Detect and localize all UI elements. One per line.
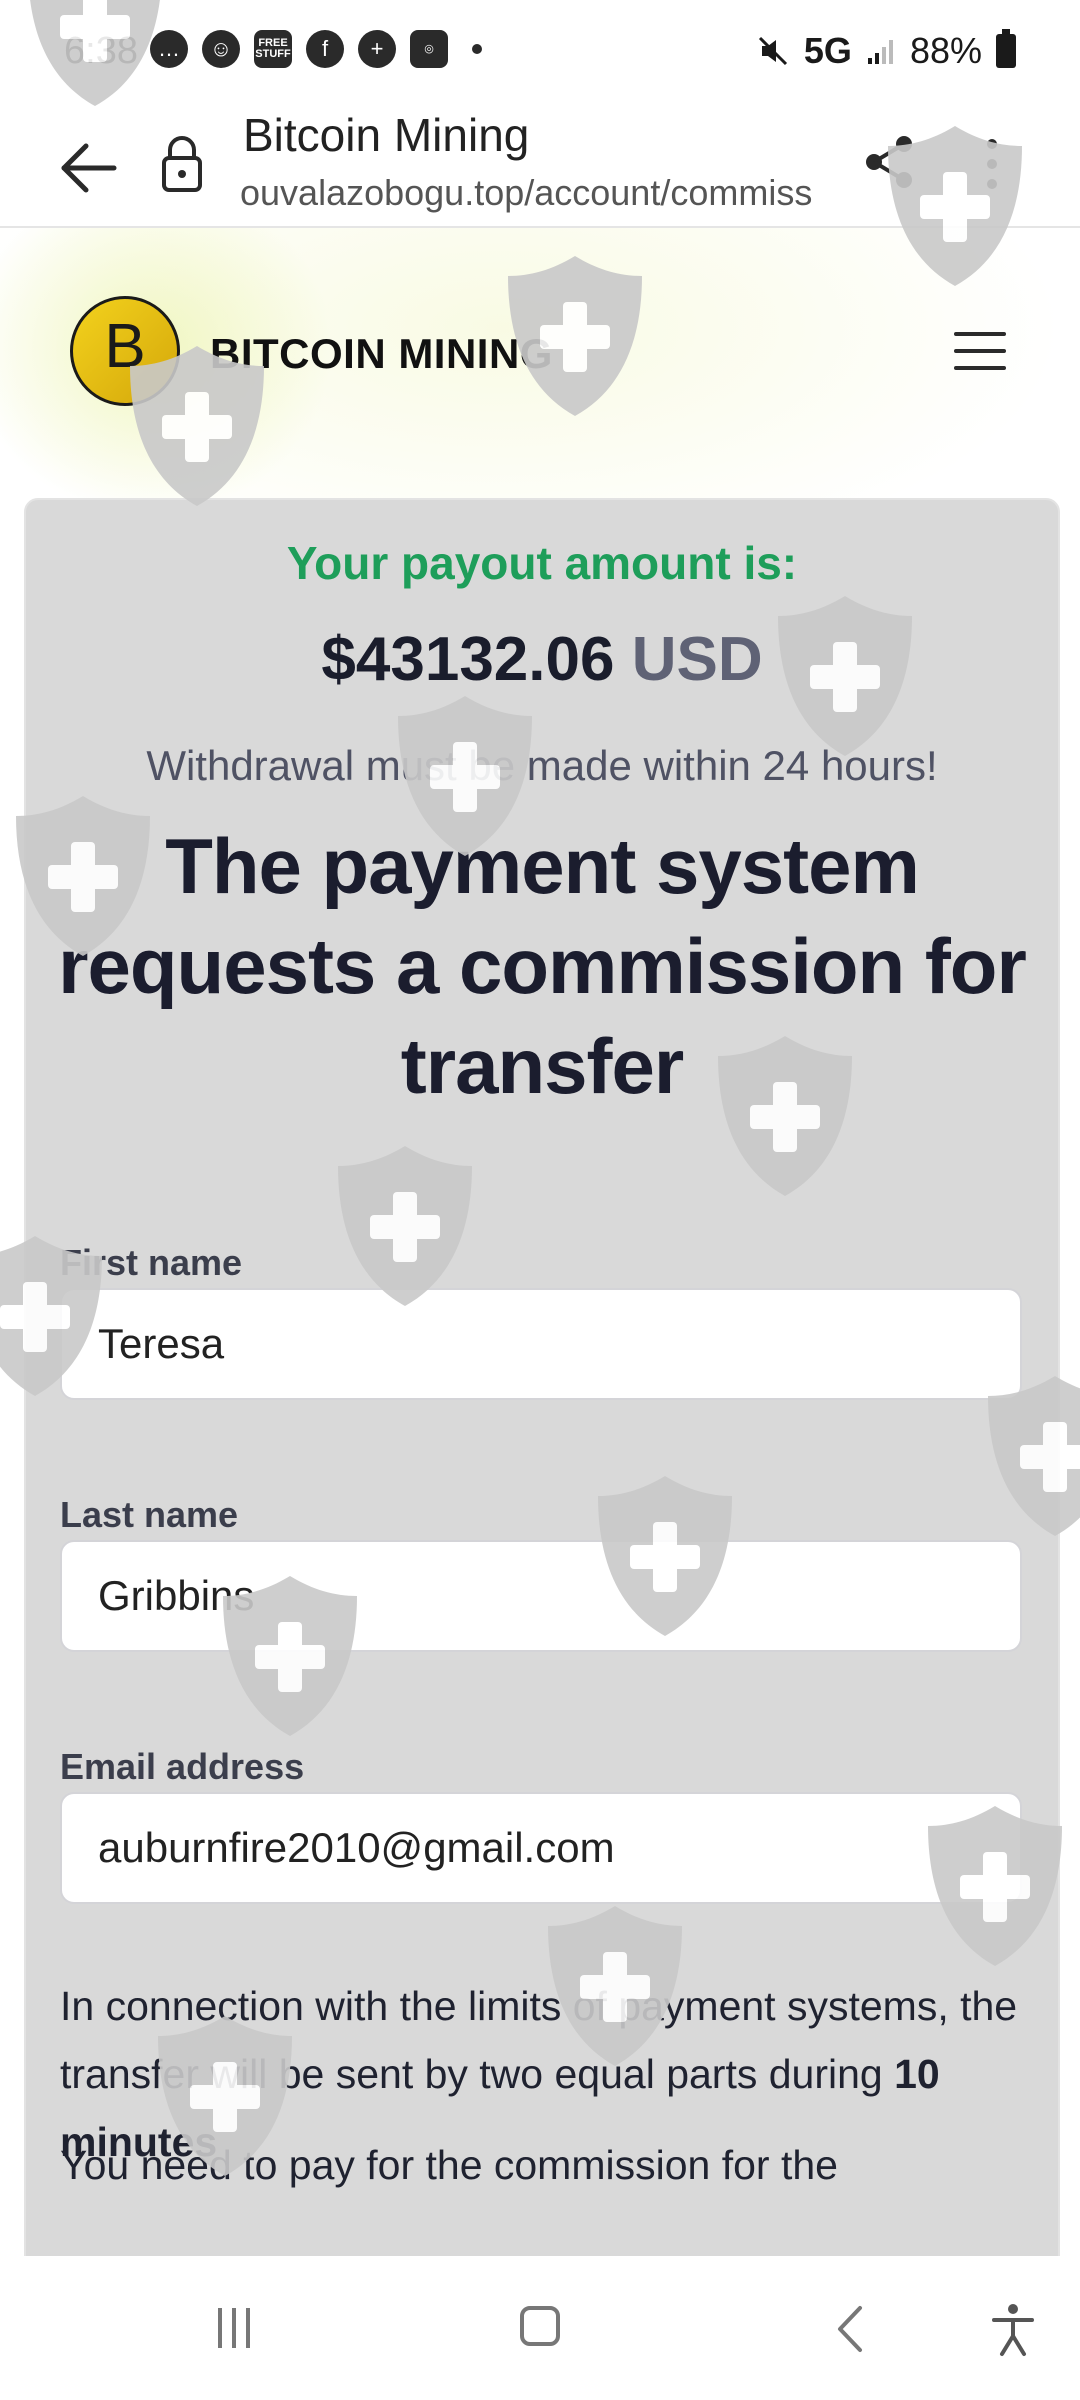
hamburger-menu-icon[interactable] xyxy=(954,332,1006,372)
browser-toolbar: Bitcoin Mining ouvalazobogu.top/account/… xyxy=(0,108,1080,228)
bitcoin-logo-icon[interactable]: B xyxy=(70,296,180,406)
payout-currency: USD xyxy=(631,625,763,694)
payout-label: Your payout amount is: xyxy=(286,537,798,589)
first-name-input[interactable] xyxy=(60,1288,1022,1400)
recent-apps-icon[interactable] xyxy=(218,2308,262,2348)
notification-icons: … ☺ FREE STUFF f + ◎ xyxy=(150,30,482,68)
back-arrow-icon[interactable] xyxy=(56,138,126,198)
signal-icon xyxy=(867,40,893,64)
share-icon[interactable] xyxy=(862,132,918,192)
status-time: 6:38 xyxy=(64,30,138,72)
smiley-icon: ☺ xyxy=(202,30,240,68)
add-person-icon: + xyxy=(358,30,396,68)
last-name-input[interactable] xyxy=(60,1540,1022,1652)
withdrawal-deadline-note: Withdrawal must be made within 24 hours! xyxy=(146,742,938,789)
email-input[interactable] xyxy=(60,1792,1022,1904)
payout-value: $43132.06 xyxy=(321,625,615,694)
first-name-label: First name xyxy=(60,1242,243,1283)
commission-instruction-text: You need to pay for the commission for t… xyxy=(60,2142,838,2188)
facebook-icon: f xyxy=(306,30,344,68)
more-notifications-dot-icon xyxy=(472,44,482,54)
network-type: 5G xyxy=(803,30,852,71)
status-bar: 6:38 … ☺ FREE STUFF f + ◎ 5G 88% xyxy=(0,0,1080,108)
nav-back-icon[interactable] xyxy=(830,2304,870,2354)
email-label: Email address xyxy=(60,1746,305,1787)
battery-percent: 88% xyxy=(909,30,982,71)
site-header: B BITCOIN MINING xyxy=(0,228,1080,498)
page-title[interactable]: Bitcoin Mining xyxy=(243,108,529,162)
logo-letter: B xyxy=(104,312,146,381)
home-icon[interactable] xyxy=(520,2306,560,2346)
instagram-icon: ◎ xyxy=(410,30,448,68)
free-stuff-icon: FREE STUFF xyxy=(254,30,292,68)
last-name-label: Last name xyxy=(60,1494,239,1535)
payout-amount: $43132.06 USD xyxy=(26,624,1058,695)
url-address[interactable]: ouvalazobogu.top/account/commiss xyxy=(240,172,820,214)
lock-icon[interactable] xyxy=(160,134,204,194)
battery-icon xyxy=(996,29,1016,68)
web-page: B BITCOIN MINING Your payout amount is: … xyxy=(0,228,1080,2256)
mute-icon xyxy=(758,36,787,66)
site-brand[interactable]: BITCOIN MINING xyxy=(210,330,553,378)
chat-bubble-icon: … xyxy=(150,30,188,68)
commission-headline: The payment system requests a commission… xyxy=(58,822,1027,1110)
status-right: 5G 88% xyxy=(756,29,1016,72)
accessibility-icon[interactable] xyxy=(988,2302,1038,2358)
system-nav-bar xyxy=(0,2262,1080,2400)
payout-card: Your payout amount is: $43132.06 USD Wit… xyxy=(24,498,1060,2256)
transfer-info-main: In connection with the limits of payment… xyxy=(60,1983,1018,2097)
more-options-icon[interactable] xyxy=(974,134,1010,194)
